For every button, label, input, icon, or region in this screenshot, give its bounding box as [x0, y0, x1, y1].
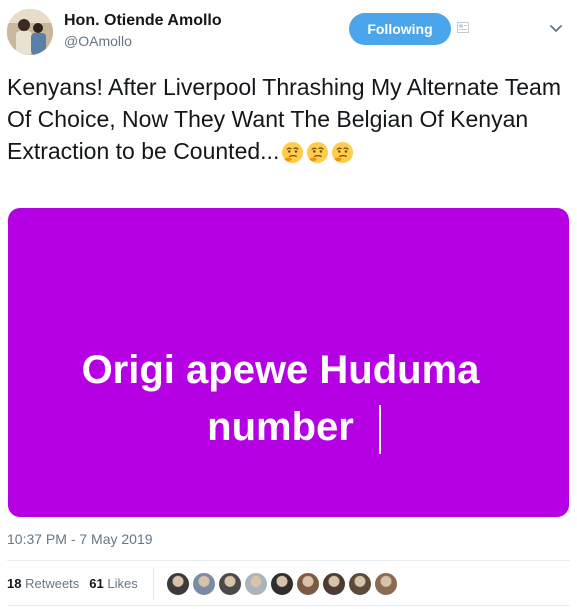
avatar[interactable]	[7, 9, 53, 55]
liker-avatar[interactable]	[348, 572, 372, 596]
retweets-stat[interactable]: 18 Retweets	[7, 576, 79, 591]
likes-stat[interactable]: 61 Likes	[89, 576, 137, 591]
text-cursor	[379, 405, 381, 454]
liker-avatar[interactable]	[244, 572, 268, 596]
liker-avatar[interactable]	[192, 572, 216, 596]
liker-avatar[interactable]	[374, 572, 398, 596]
tweet-header: Hon. Otiende Amollo @OAmollo Following	[0, 0, 577, 62]
avatar-photo	[7, 9, 53, 55]
divider	[7, 605, 570, 606]
tweet-text: Kenyans! After Liverpool Thrashing My Al…	[7, 71, 567, 172]
media-text-line2: number	[0, 405, 561, 450]
chevron-down-icon[interactable]	[550, 25, 562, 33]
thinking-face-icon	[282, 141, 304, 164]
thinking-face-icon	[307, 141, 329, 164]
liker-avatar[interactable]	[296, 572, 320, 596]
stats-separator	[153, 568, 154, 600]
card-icon	[457, 22, 469, 33]
likes-label: Likes	[107, 576, 138, 591]
tweet-stats: 18 Retweets 61 Likes	[7, 576, 138, 591]
divider	[7, 560, 570, 561]
display-name[interactable]: Hon. Otiende Amollo	[64, 12, 222, 30]
liker-avatar[interactable]	[270, 572, 294, 596]
thinking-face-icon	[332, 141, 354, 164]
emoji-row	[279, 140, 354, 172]
liker-avatar[interactable]	[218, 572, 242, 596]
following-button[interactable]: Following	[349, 13, 451, 45]
timestamp[interactable]: 10:37 PM - 7 May 2019	[7, 531, 153, 547]
liker-avatar[interactable]	[322, 572, 346, 596]
media-text-line2-word: number	[207, 405, 354, 449]
media-text-line1: Origi apewe Huduma	[81, 348, 480, 392]
liker-avatar[interactable]	[166, 572, 190, 596]
handle[interactable]: @OAmollo	[64, 33, 132, 49]
retweets-label: Retweets	[25, 576, 80, 591]
retweets-count: 18	[7, 576, 22, 591]
likes-count: 61	[89, 576, 104, 591]
